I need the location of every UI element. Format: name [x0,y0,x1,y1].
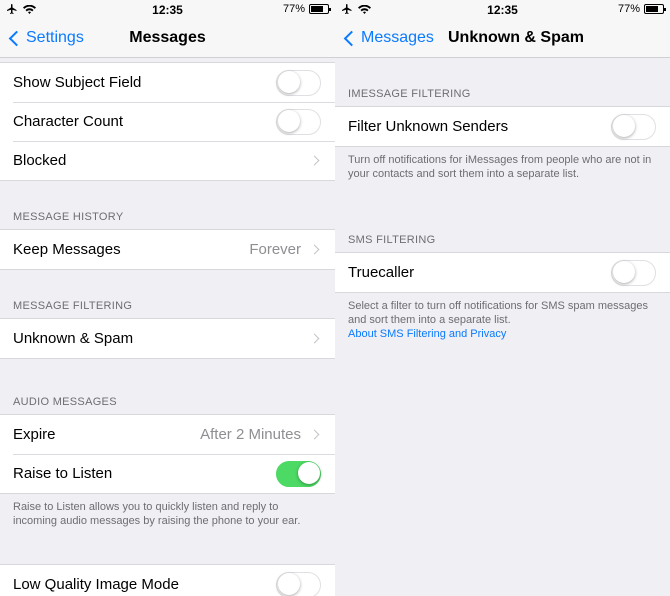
filter-unknown-senders-toggle[interactable] [611,113,656,140]
chevron-right-icon [309,429,320,440]
toggle-knob [297,462,320,484]
row-label: Filter Unknown Senders [348,118,509,135]
status-right-icons: 77% [282,3,331,15]
battery-percent: 77% [282,3,305,15]
chevron-right-icon [309,333,320,344]
sms-filtering-footer-text: Select a filter to turn off notification… [348,300,648,326]
raise-to-listen-description: Raise to Listen allows you to quickly li… [13,501,301,527]
status-bar: 12:35 77% [335,0,670,20]
battery-icon [309,4,331,14]
chevron-right-icon [309,155,320,166]
truecaller-toggle[interactable] [611,259,656,286]
toggle-knob [277,71,300,93]
row-label: Show Subject Field [13,74,142,91]
filter-unknown-senders-row: Filter Unknown Senders [335,107,670,146]
show-subject-field-toggle[interactable] [276,69,321,96]
section-header-audio-messages: AUDIO MESSAGES [13,396,117,408]
page-title: Messages [129,29,206,46]
general-group: Show Subject Field Character Count Block… [0,62,335,181]
low-quality-image-mode-toggle[interactable] [276,571,321,596]
row-label: Character Count [13,113,124,130]
image-mode-group: Low Quality Image Mode [0,564,335,596]
blocked-row[interactable]: Blocked [0,141,335,180]
back-label: Messages [361,29,434,46]
page-title: Unknown & Spam [447,29,584,46]
truecaller-row: Truecaller [335,253,670,292]
toggle-knob [612,261,635,283]
settings-list: IMESSAGE FILTERING Filter Unknown Sender… [335,58,670,596]
section-header-message-history: MESSAGE HISTORY [13,211,124,223]
messages-settings-screen: 12:35 77% Settings Messages Show Subject… [0,0,335,596]
row-label: Low Quality Image Mode [13,576,179,593]
low-quality-image-mode-row: Low Quality Image Mode [0,565,335,596]
imessage-filtering-description: Turn off notifications for iMessages fro… [348,154,652,180]
row-value: Forever [249,241,301,258]
show-subject-field-row: Show Subject Field [0,63,335,102]
sms-filtering-privacy-link[interactable]: About SMS Filtering and Privacy [348,328,506,340]
nav-bar: Messages Unknown & Spam [335,20,670,58]
message-history-group: Keep Messages Forever [0,229,335,270]
chevron-left-icon [343,30,360,46]
section-header-message-filtering: MESSAGE FILTERING [13,300,133,312]
unknown-spam-row[interactable]: Unknown & Spam [0,319,335,358]
section-header-sms-filtering: SMS FILTERING [348,234,436,246]
row-label: Blocked [13,152,67,169]
settings-list: Show Subject Field Character Count Block… [0,58,335,596]
toggle-knob [612,115,635,137]
toggle-knob [277,573,300,595]
nav-bar: Settings Messages [0,20,335,58]
raise-to-listen-row: Raise to Listen [0,454,335,493]
raise-to-listen-toggle[interactable] [276,460,321,487]
row-label: Raise to Listen [13,465,113,482]
message-filtering-group: Unknown & Spam [0,318,335,359]
expire-row[interactable]: Expire After 2 Minutes [0,415,335,454]
keep-messages-row[interactable]: Keep Messages Forever [0,230,335,269]
back-button[interactable]: Messages [343,29,434,47]
imessage-filtering-group: Filter Unknown Senders [335,106,670,147]
chevron-right-icon [309,244,320,255]
battery-percent: 77% [617,3,640,15]
status-bar: 12:35 77% [0,0,335,20]
audio-messages-group: Expire After 2 Minutes Raise to Listen [0,414,335,494]
sms-filtering-description: Select a filter to turn off notification… [348,299,656,341]
row-label: Truecaller [348,264,415,281]
row-label: Expire [13,426,56,443]
section-header-imessage-filtering: IMESSAGE FILTERING [348,88,471,100]
character-count-row: Character Count [0,102,335,141]
row-value: After 2 Minutes [200,426,301,443]
status-right-icons: 77% [617,3,666,15]
sms-filtering-group: Truecaller [335,252,670,293]
battery-icon [644,4,666,14]
row-label: Keep Messages [13,241,121,258]
row-label: Unknown & Spam [13,330,134,347]
character-count-toggle[interactable] [276,108,321,135]
unknown-spam-screen: 12:35 77% Messages Unknown & Spam IMESSA… [335,0,670,596]
toggle-knob [277,110,300,132]
